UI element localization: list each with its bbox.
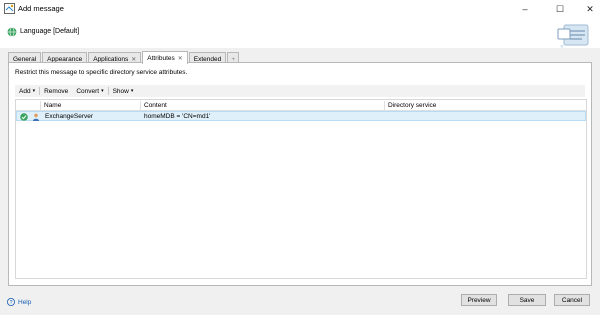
language-selector[interactable]: Language [Default] (20, 28, 79, 35)
close-icon[interactable]: ✕ (178, 55, 183, 62)
cell-name: ExchangeServer (45, 113, 94, 120)
panel-description: Restrict this message to specific direct… (15, 69, 188, 76)
help-label: Help (18, 298, 32, 306)
column-header-name[interactable]: Name (40, 101, 142, 110)
minimize-button[interactable]: – (510, 0, 540, 18)
help-link[interactable]: ? Help (7, 298, 31, 306)
globe-icon (7, 27, 17, 37)
column-header-directory-service[interactable]: Directory service (384, 101, 586, 110)
app-icon (4, 3, 15, 14)
show-label: Show (112, 87, 129, 95)
title-bar: Add message – ☐ ✕ (0, 0, 600, 19)
add-label: Add (19, 87, 31, 95)
tab-attributes[interactable]: Attributes ✕ (142, 51, 188, 64)
column-header-content[interactable]: Content (140, 101, 388, 110)
svg-text:?: ? (9, 300, 12, 306)
header: Language [Default] (0, 18, 600, 49)
remove-button[interactable]: Remove (40, 85, 72, 97)
help-icon: ? (7, 298, 15, 306)
check-icon[interactable] (20, 113, 28, 121)
close-button[interactable]: ✕ (575, 0, 600, 18)
grid-toolbar: Add ▾ Remove Convert ▾ Show ▾ (15, 85, 585, 97)
chevron-down-icon: ▾ (101, 88, 104, 94)
attributes-panel: Restrict this message to specific direct… (8, 62, 592, 286)
attributes-grid: Name Content Directory service ExchangeS… (15, 99, 587, 279)
cancel-button[interactable]: Cancel (554, 294, 590, 306)
show-button[interactable]: Show ▾ (109, 85, 138, 97)
remove-label: Remove (44, 87, 69, 95)
add-message-window: Add message – ☐ ✕ Language [Default] Gen… (0, 0, 600, 315)
convert-label: Convert (76, 87, 100, 95)
preview-button[interactable]: Preview (461, 294, 497, 306)
maximize-button[interactable]: ☐ (545, 0, 575, 18)
chevron-down-icon: ▾ (130, 88, 134, 94)
grid-header: Name Content Directory service (16, 100, 586, 111)
message-icon (557, 24, 589, 49)
tab-label: Attributes (147, 55, 175, 62)
chevron-down-icon: ▾ (32, 88, 36, 94)
window-title: Add message (18, 4, 64, 13)
convert-button[interactable]: Convert ▾ (72, 85, 107, 97)
cell-content: homeMDB = 'CN=md1' (144, 113, 211, 120)
add-button[interactable]: Add ▾ (15, 85, 39, 97)
table-row[interactable]: ExchangeServer homeMDB = 'CN=md1' (16, 111, 586, 121)
user-icon (33, 113, 39, 121)
save-button[interactable]: Save (508, 294, 546, 306)
